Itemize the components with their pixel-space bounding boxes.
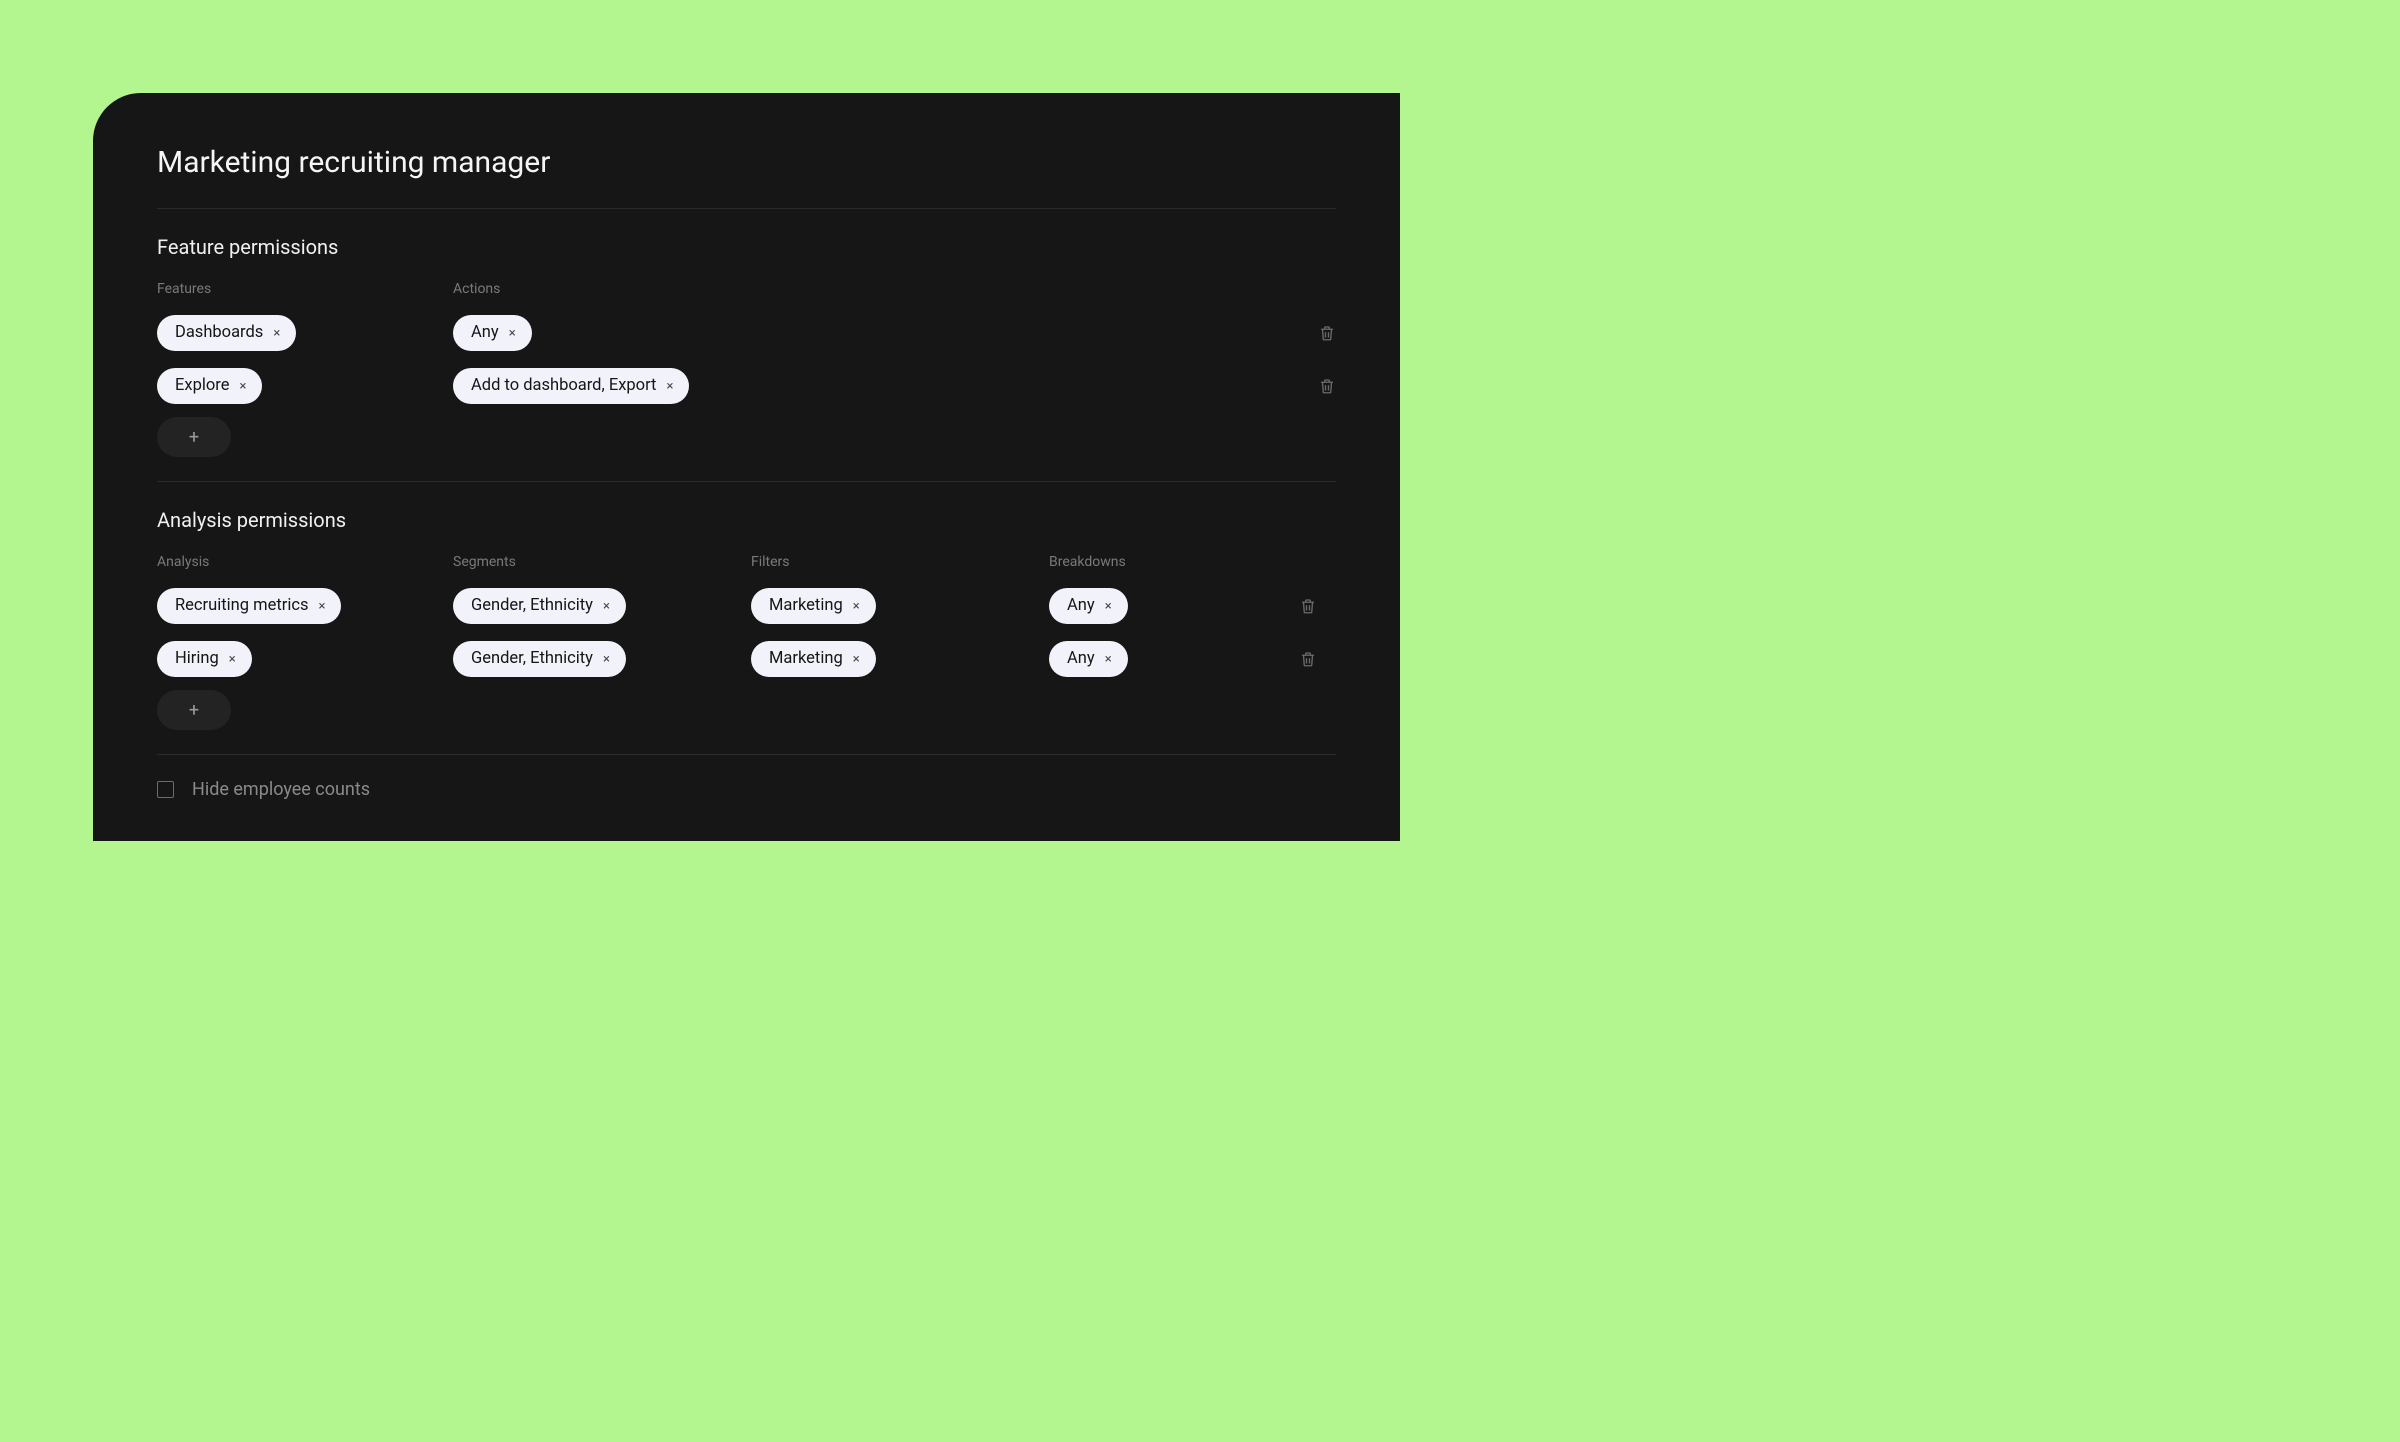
plus-icon: + — [189, 427, 199, 448]
col-features: Features — [157, 281, 453, 297]
pill-label: Explore — [175, 378, 229, 395]
add-feature-row-button[interactable]: + — [157, 417, 231, 457]
pill-label: Dashboards — [175, 325, 263, 342]
page-title: Marketing recruiting manager — [157, 145, 1336, 180]
remove-icon[interactable]: × — [509, 327, 516, 340]
add-analysis-row-button[interactable]: + — [157, 690, 231, 730]
hide-employee-counts-label: Hide employee counts — [192, 779, 370, 800]
delete-row-button[interactable] — [1269, 637, 1317, 681]
col-segments: Segments — [453, 554, 751, 570]
remove-icon[interactable]: × — [1105, 600, 1112, 613]
analysis-pill[interactable]: Hiring × — [157, 641, 252, 678]
breakdowns-pill[interactable]: Any × — [1049, 588, 1128, 625]
divider — [157, 208, 1336, 209]
pill-label: Gender, Ethnicity — [471, 598, 593, 615]
analysis-pill[interactable]: Recruiting metrics × — [157, 588, 341, 625]
action-pill[interactable]: Add to dashboard, Export × — [453, 368, 689, 405]
divider — [157, 481, 1336, 482]
segments-pill[interactable]: Gender, Ethnicity × — [453, 588, 626, 625]
trash-icon — [1299, 649, 1317, 669]
delete-row-button[interactable] — [1269, 584, 1317, 628]
pill-label: Any — [471, 325, 499, 342]
trash-icon — [1318, 376, 1336, 396]
col-actions: Actions — [453, 281, 1288, 297]
plus-icon: + — [189, 700, 199, 721]
segments-pill[interactable]: Gender, Ethnicity × — [453, 641, 626, 678]
pill-label: Gender, Ethnicity — [471, 651, 593, 668]
remove-icon[interactable]: × — [273, 327, 280, 340]
col-filters: Filters — [751, 554, 1049, 570]
trash-icon — [1299, 596, 1317, 616]
feature-pill[interactable]: Dashboards × — [157, 315, 296, 352]
col-analysis: Analysis — [157, 554, 453, 570]
delete-row-button[interactable] — [1288, 311, 1336, 355]
hide-employee-counts-checkbox[interactable] — [157, 781, 174, 798]
pill-label: Hiring — [175, 651, 219, 668]
analysis-permissions-header: Analysis Segments Filters Breakdowns — [157, 554, 1336, 584]
divider — [157, 754, 1336, 755]
remove-icon[interactable]: × — [603, 653, 610, 666]
action-pill[interactable]: Any × — [453, 315, 532, 352]
remove-icon[interactable]: × — [239, 380, 246, 393]
remove-icon[interactable]: × — [1105, 653, 1112, 666]
pill-label: Any — [1067, 598, 1095, 615]
remove-icon[interactable]: × — [853, 653, 860, 666]
filters-pill[interactable]: Marketing × — [751, 641, 876, 678]
remove-icon[interactable]: × — [603, 600, 610, 613]
trash-icon — [1318, 323, 1336, 343]
feature-pill[interactable]: Explore × — [157, 368, 262, 405]
feature-permissions-header: Features Actions — [157, 281, 1336, 311]
pill-label: Recruiting metrics — [175, 598, 309, 615]
remove-icon[interactable]: × — [319, 600, 326, 613]
pill-label: Marketing — [769, 598, 843, 615]
remove-icon[interactable]: × — [666, 380, 673, 393]
permissions-panel: Marketing recruiting manager Feature per… — [93, 93, 1400, 841]
col-breakdowns: Breakdowns — [1049, 554, 1269, 570]
hide-employee-counts-row: Hide employee counts — [157, 779, 1336, 800]
remove-icon[interactable]: × — [229, 653, 236, 666]
analysis-permissions-title: Analysis permissions — [157, 508, 1336, 532]
pill-label: Marketing — [769, 651, 843, 668]
delete-row-button[interactable] — [1288, 364, 1336, 408]
filters-pill[interactable]: Marketing × — [751, 588, 876, 625]
pill-label: Add to dashboard, Export — [471, 378, 656, 395]
remove-icon[interactable]: × — [853, 600, 860, 613]
feature-permissions-title: Feature permissions — [157, 235, 1336, 259]
breakdowns-pill[interactable]: Any × — [1049, 641, 1128, 678]
pill-label: Any — [1067, 651, 1095, 668]
